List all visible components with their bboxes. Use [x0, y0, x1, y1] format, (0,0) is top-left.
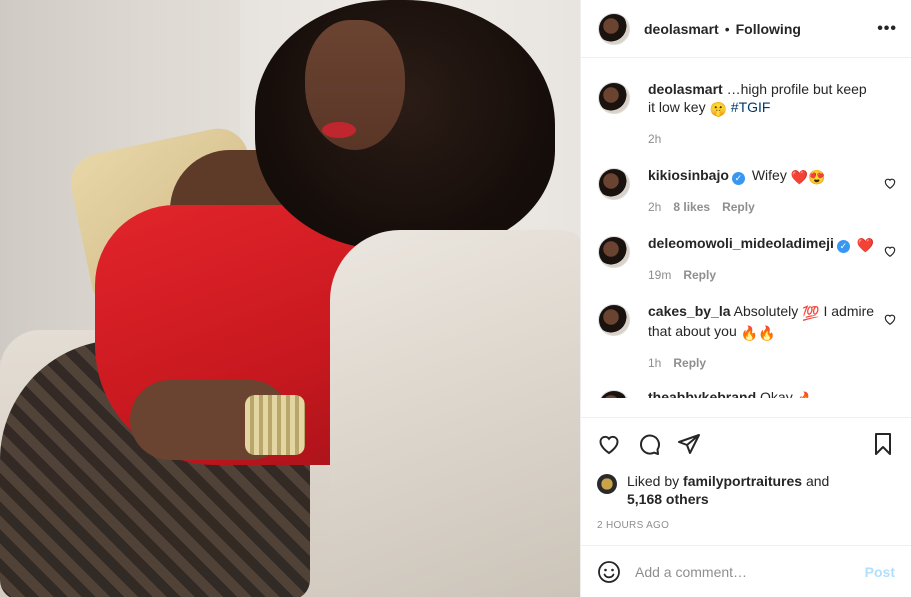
caption: deolasmart …high profile but keep it low…: [598, 80, 897, 148]
commenter-avatar[interactable]: [598, 304, 630, 336]
comment-likes[interactable]: 8 likes: [673, 198, 710, 216]
comment-item: theabbykebrand Okay 🔥: [598, 388, 897, 398]
following-button[interactable]: Following: [736, 21, 801, 37]
likes-summary: Liked by familyportraitures and 5,168 ot…: [597, 472, 895, 508]
author-avatar[interactable]: [598, 12, 630, 45]
comment-text: Absolutely: [733, 303, 799, 319]
reply-button[interactable]: Reply: [722, 198, 755, 216]
shush-emoji: 🤫: [709, 101, 727, 117]
comment-emojis: 🔥🔥: [740, 325, 776, 341]
hundred-emoji: 💯: [802, 305, 820, 321]
reply-button[interactable]: Reply: [673, 354, 706, 372]
comment-time: 2h: [648, 200, 662, 214]
comment-username[interactable]: cakes_by_la: [648, 303, 731, 319]
header-separator: •: [724, 20, 730, 37]
comment-item: kikiosinbajo ✓ Wifey ❤️😍 2h 8 likes Reply: [598, 166, 897, 216]
instagram-post: deolasmart • Following ••• deolasmart …h…: [0, 0, 911, 597]
comment-item: deleomowoli_mideoladimeji ✓ ❤️ 19m Reply: [598, 234, 897, 284]
comment-icon[interactable]: [637, 432, 661, 456]
comment-username[interactable]: kikiosinbajo: [648, 167, 729, 183]
comment-username[interactable]: deleomowoli_mideoladimeji: [648, 235, 834, 251]
verified-badge-icon: ✓: [731, 172, 745, 185]
comment-username[interactable]: theabbykebrand: [648, 389, 756, 398]
comment-emojis: ❤️: [856, 237, 875, 253]
reply-button[interactable]: Reply: [683, 266, 716, 284]
comment-text: Wifey: [751, 167, 787, 183]
likes-prefix: Liked by: [627, 473, 680, 489]
comment-like-heart-icon[interactable]: [883, 312, 897, 326]
commenter-avatar[interactable]: [598, 236, 630, 268]
liker-avatar[interactable]: [597, 474, 617, 494]
comment-time: 19m: [648, 268, 672, 282]
post-timestamp[interactable]: 2 HOURS AGO: [597, 520, 895, 531]
bookmark-icon[interactable]: [871, 432, 895, 456]
comment-text: Okay: [760, 389, 793, 398]
comment-like-heart-icon[interactable]: [883, 176, 897, 190]
commenter-avatar[interactable]: [598, 390, 630, 398]
commenter-avatar[interactable]: [598, 168, 630, 200]
likes-others-count[interactable]: 5,168 others: [627, 491, 709, 507]
verified-badge-icon: ✓: [836, 240, 850, 253]
comment-emojis: ❤️😍: [790, 169, 826, 185]
caption-time: 2h: [648, 132, 662, 146]
post-sidebar: deolasmart • Following ••• deolasmart …h…: [580, 0, 911, 597]
author-username[interactable]: deolasmart: [644, 21, 719, 37]
add-comment-bar: Add a comment… Post: [581, 545, 911, 597]
post-comment-button[interactable]: Post: [865, 564, 895, 580]
more-options-icon[interactable]: •••: [877, 20, 897, 38]
caption-username[interactable]: deolasmart: [648, 81, 723, 97]
heart-icon[interactable]: [597, 432, 621, 456]
comments-list[interactable]: deolasmart …high profile but keep it low…: [581, 58, 911, 417]
likes-and: and: [805, 473, 830, 489]
liker-username[interactable]: familyportraitures: [683, 473, 802, 489]
comment-like-heart-icon[interactable]: [883, 244, 897, 258]
share-icon[interactable]: [677, 432, 701, 456]
hashtag-link[interactable]: #TGIF: [731, 99, 771, 115]
post-photo[interactable]: [0, 0, 580, 597]
caption-avatar[interactable]: [598, 82, 630, 114]
comment-item: cakes_by_la Absolutely 💯 I admire that a…: [598, 302, 897, 372]
comment-input[interactable]: Add a comment…: [635, 564, 865, 580]
post-header: deolasmart • Following •••: [581, 0, 911, 58]
comment-time: 1h: [648, 356, 662, 370]
comment-emojis: 🔥: [797, 390, 814, 398]
smiley-icon[interactable]: [597, 560, 621, 584]
action-bar: Liked by familyportraitures and 5,168 ot…: [581, 417, 911, 531]
